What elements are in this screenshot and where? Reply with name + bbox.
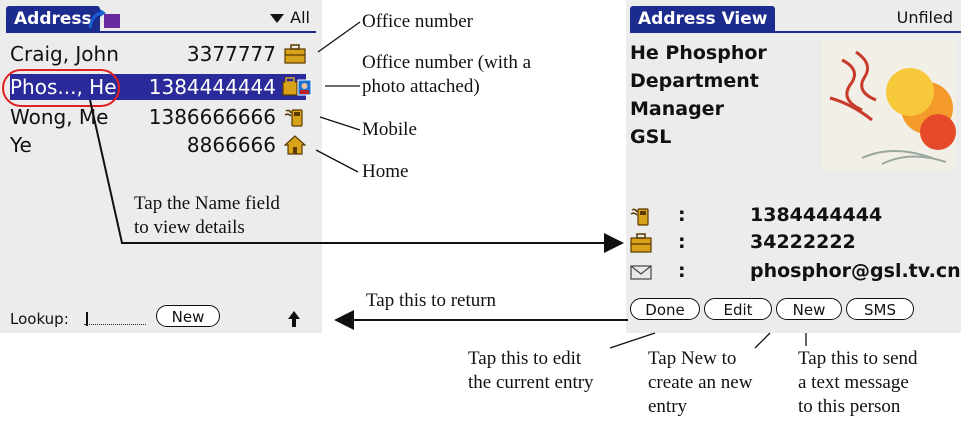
email-field: : phosphor@gsl.tv.cn (630, 260, 961, 284)
email-icon (630, 265, 652, 280)
office-number[interactable]: 34222222 (750, 231, 856, 253)
selection-highlight-oval (2, 69, 120, 107)
annotation-tap-new-line2: create an new (648, 372, 753, 393)
contact-number: 1386666666 (148, 105, 276, 129)
annotation-office-number: Office number (362, 11, 473, 32)
list-item[interactable]: Wong, Me 1386666666 (10, 104, 306, 130)
annotation-tap-name-line1: Tap the Name field (134, 193, 280, 214)
contact-number: 3377777 (186, 42, 276, 66)
contact-photo (822, 40, 956, 170)
office-field: : 34222222 (630, 231, 960, 255)
address-list-screen: Address All Craig, John 3377777 Phos...,… (0, 0, 322, 333)
office-photo-icon (282, 77, 312, 96)
address-view-screen: Address View Unfiled He Phosphor Departm… (626, 0, 961, 333)
edit-button[interactable]: Edit (704, 298, 772, 320)
annotation-tap-sms-line1: Tap this to send (798, 348, 918, 369)
email-address[interactable]: phosphor@gsl.tv.cn (750, 260, 961, 282)
mobile-field: : 1384444444 (630, 204, 960, 228)
annotation-tap-new-line3: entry (648, 396, 688, 417)
title-rule (6, 31, 316, 33)
field-colon: : (678, 204, 686, 226)
office-icon (284, 44, 306, 64)
annotation-tap-sms-line3: to this person (798, 396, 901, 417)
list-item[interactable]: Craig, John 3377777 (10, 41, 306, 67)
home-icon (284, 135, 306, 155)
office-icon (630, 233, 652, 253)
beam-icon[interactable] (86, 8, 122, 30)
annotation-office-photo-line1: Office number (with a (362, 52, 532, 73)
lookup-input[interactable] (84, 324, 146, 325)
contact-name[interactable]: Wong, Me (10, 104, 109, 130)
list-item[interactable]: Ye 8866666 (10, 132, 306, 158)
chevron-down-icon (270, 14, 285, 23)
category-dropdown[interactable]: All (270, 8, 310, 27)
sms-button[interactable]: SMS (846, 298, 914, 320)
contact-number: 1384444444 (148, 75, 276, 99)
mobile-icon (630, 208, 649, 226)
contact-number: 8866666 (186, 133, 276, 157)
title-rule (630, 31, 961, 33)
annotation-tap-sms-line2: a text message (798, 372, 909, 393)
contact-name[interactable]: Ye (10, 132, 32, 158)
annotation-office-photo-line2: photo attached) (362, 76, 480, 97)
mobile-number[interactable]: 1384444444 (750, 204, 882, 226)
contact-department: Department (630, 70, 759, 92)
new-entry-button[interactable]: New (776, 298, 842, 320)
contact-title: Manager (630, 98, 724, 120)
contact-full-name: He Phosphor (630, 42, 767, 64)
contact-name[interactable]: Craig, John (10, 41, 119, 67)
scroll-up-arrow-icon[interactable] (287, 310, 301, 328)
contact-company: GSL (630, 126, 672, 148)
view-tab-title: Address View (630, 6, 776, 32)
lookup-label: Lookup: (10, 310, 69, 328)
annotation-home: Home (362, 161, 409, 182)
annotation-tap-name-line2: to view details (134, 217, 245, 238)
annotation-tap-edit-line2: the current entry (468, 372, 594, 393)
annotation-tap-edit-line1: Tap this to edit (468, 348, 582, 369)
category-label: Unfiled (896, 8, 953, 27)
new-button[interactable]: New (156, 305, 220, 327)
category-label: All (290, 8, 310, 27)
field-colon: : (678, 231, 686, 253)
mobile-icon (284, 109, 303, 127)
done-button[interactable]: Done (630, 298, 700, 320)
annotation-tap-return: Tap this to return (366, 290, 497, 311)
field-colon: : (678, 260, 686, 282)
annotation-mobile: Mobile (362, 119, 417, 140)
annotation-tap-new-line1: Tap New to (648, 348, 737, 369)
